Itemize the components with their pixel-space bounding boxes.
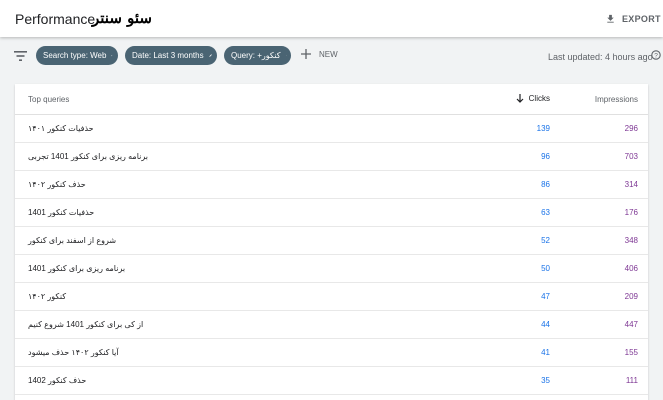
help-icon[interactable]: ? — [651, 50, 661, 60]
svg-text:?: ? — [654, 53, 658, 60]
app-header: Performance سئو سنتر EXPORT — [0, 0, 663, 37]
impressions-cell: 314 — [624, 180, 638, 189]
plus-icon — [301, 49, 311, 59]
chip-query[interactable]: Query: +کنکور — [224, 46, 291, 65]
table-row[interactable]: آیا کنکور ۱۴۰۲ حذف میشود 41 155 — [15, 339, 648, 367]
clicks-cell: 86 — [541, 180, 550, 189]
column-header-clicks-label: Clicks — [528, 94, 550, 103]
table-row[interactable]: برنامه ریزی برای کنکور 1401 تجربی 96 703 — [15, 143, 648, 171]
export-label: EXPORT — [622, 14, 661, 24]
query-cell: آیا کنکور ۱۴۰۲ حذف میشود — [28, 348, 119, 357]
sort-arrow-down-icon — [516, 94, 524, 103]
clicks-cell: 52 — [541, 236, 550, 245]
export-button[interactable]: EXPORT — [605, 9, 661, 29]
impressions-cell: 348 — [624, 236, 638, 245]
clicks-cell: 63 — [541, 208, 550, 217]
edit-pencil-icon[interactable] — [111, 51, 113, 60]
impressions-cell: 111 — [625, 376, 638, 385]
query-cell: کنکور ۱۴۰۲ — [28, 292, 67, 301]
chip-label: Search type: Web — [43, 51, 107, 60]
clicks-cell: 50 — [541, 264, 550, 273]
table-header: Top queries Clicks Impressions — [15, 84, 648, 115]
chip-label: Query: +کنکور — [231, 51, 281, 60]
query-cell: شروع از اسفند برای کنکور — [28, 236, 117, 245]
impressions-cell: 209 — [624, 292, 638, 301]
table-row[interactable]: برنامه ریزی برای کنکور 1401 50 406 — [15, 255, 648, 283]
impressions-cell: 447 — [624, 320, 638, 329]
impressions-cell: 155 — [624, 348, 638, 357]
column-header-queries[interactable]: Top queries — [28, 95, 69, 104]
table-row[interactable]: از کی برای کنکور 1401 شروع کنیم 44 447 — [15, 311, 648, 339]
query-cell: حذفیات کنکور ۱۴۰۱ — [28, 124, 94, 133]
table-row[interactable]: حذف کنکور 1402 35 111 — [15, 367, 648, 395]
impressions-cell: 406 — [624, 264, 638, 273]
download-icon — [607, 14, 614, 23]
filter-bar: Search type: Web Date: Last 3 months Que… — [0, 37, 663, 75]
page-title: Performance — [15, 11, 96, 27]
table-row[interactable]: حذفیات کنکور 1401 63 176 — [15, 199, 648, 227]
last-updated-text: Last updated: 4 hours ago — [548, 52, 653, 62]
queries-table-card: Top queries Clicks Impressions حذفیات کن… — [15, 84, 648, 400]
clicks-cell: 41 — [541, 348, 550, 357]
query-cell: برنامه ریزی برای کنکور 1401 تجربی — [28, 152, 149, 161]
clicks-cell: 139 — [536, 124, 550, 133]
table-row[interactable]: شروع از اسفند برای کنکور 52 348 — [15, 227, 648, 255]
clicks-cell: 35 — [541, 376, 550, 385]
chip-date[interactable]: Date: Last 3 months — [125, 46, 217, 65]
clicks-cell: 96 — [541, 152, 550, 161]
table-row[interactable]: حذفیات کنکور ۱۴۰۱ 139 296 — [15, 115, 648, 143]
brand-logo-text: سئو سنتر — [92, 9, 152, 27]
impressions-cell: 703 — [624, 152, 638, 161]
table-row[interactable]: حذف کنکور ۱۴۰۲ 86 314 — [15, 171, 648, 199]
chip-label: Date: Last 3 months — [132, 51, 204, 60]
impressions-cell: 176 — [624, 208, 638, 217]
edit-pencil-icon[interactable] — [209, 51, 212, 60]
column-header-impressions[interactable]: Impressions — [595, 95, 638, 104]
query-cell: حذف کنکور ۱۴۰۲ — [28, 180, 86, 189]
query-cell: برنامه ریزی برای کنکور 1401 — [28, 264, 126, 273]
query-cell: حذفیات کنکور 1401 — [28, 208, 95, 217]
new-filter-button[interactable]: NEW — [301, 49, 338, 59]
clicks-cell: 47 — [541, 292, 550, 301]
filter-icon[interactable] — [14, 51, 27, 61]
table-row[interactable]: کنکور ۱۴۰۲ 47 209 — [15, 283, 648, 311]
column-header-clicks[interactable]: Clicks — [516, 94, 550, 103]
query-cell: از کی برای کنکور 1401 شروع کنیم — [28, 320, 144, 329]
clicks-cell: 44 — [541, 320, 550, 329]
impressions-cell: 296 — [624, 124, 638, 133]
query-cell: حذف کنکور 1402 — [28, 376, 87, 385]
chip-search-type[interactable]: Search type: Web — [36, 46, 118, 65]
new-label: NEW — [319, 49, 338, 59]
